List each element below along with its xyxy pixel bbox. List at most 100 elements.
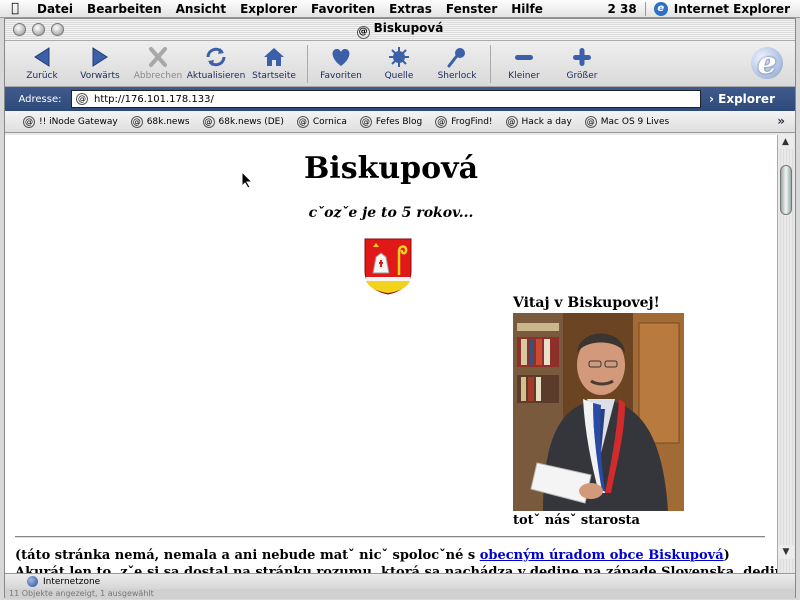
- scroll-thumb[interactable]: [780, 165, 792, 215]
- favorite-link[interactable]: @ Fefes Blog: [359, 115, 423, 128]
- page-at-icon: @: [76, 93, 88, 105]
- smaller-button[interactable]: Kleiner: [495, 45, 553, 81]
- forward-button[interactable]: Vorwärts: [71, 45, 129, 81]
- at-icon: @: [130, 115, 143, 128]
- page-subtitle: cˇozˇe je to 5 rokov...: [308, 205, 474, 221]
- horizontal-rule: [15, 536, 765, 538]
- stop-label: Abbrechen: [133, 71, 183, 81]
- menu-separator: [644, 1, 646, 16]
- at-icon: @: [435, 115, 448, 128]
- mayor-photo: [513, 313, 684, 511]
- larger-button[interactable]: Größer: [553, 45, 611, 81]
- refresh-button[interactable]: Aktualisieren: [187, 45, 245, 81]
- welcome-heading: Vitaj v Biskupovej!: [513, 295, 660, 311]
- page-at-icon: @: [356, 25, 370, 39]
- favorite-link[interactable]: @ Mac OS 9 Lives: [584, 115, 670, 128]
- municipal-office-link[interactable]: obecným úradom obce Biskupová: [480, 548, 724, 563]
- address-bar: Adresse: @ › Explorer: [5, 87, 795, 111]
- menu-clock[interactable]: 2 38: [608, 2, 637, 16]
- application-menu[interactable]: Internet Explorer: [674, 2, 790, 16]
- menu-datei[interactable]: Datei: [30, 2, 80, 16]
- scroll-down-icon[interactable]: ▼: [778, 545, 794, 559]
- plus-icon: [573, 48, 591, 66]
- status-bar: Internetzone: [5, 573, 795, 589]
- url-input[interactable]: [94, 93, 684, 105]
- title-bar[interactable]: @ Biskupová: [5, 19, 795, 41]
- forward-label: Vorwärts: [80, 71, 120, 81]
- refresh-icon: [206, 47, 226, 67]
- menu-hilfe[interactable]: Hilfe: [504, 2, 550, 16]
- heart-icon: [332, 49, 350, 66]
- globe-icon: [27, 576, 38, 587]
- back-button[interactable]: Zurück: [13, 45, 71, 81]
- menu-favoriten[interactable]: Favoriten: [304, 2, 382, 16]
- toolbar: Zurück Vorwärts Abbrechen Aktualisieren …: [5, 41, 795, 87]
- sherlock-label: Sherlock: [437, 71, 477, 81]
- source-sunburst-icon: [389, 47, 409, 67]
- favorite-link[interactable]: @ Cornica: [296, 115, 347, 128]
- menu-extras[interactable]: Extras: [382, 2, 439, 16]
- favorite-label: Hack a day: [521, 116, 572, 127]
- mouse-cursor-icon: [241, 171, 253, 189]
- favorite-link[interactable]: @68k.news (DE): [202, 115, 284, 128]
- favorite-label: Fefes Blog: [375, 116, 423, 127]
- home-label: Startseite: [252, 71, 296, 81]
- favorite-link[interactable]: @ !! iNode Gateway: [23, 115, 118, 128]
- at-icon: @: [296, 115, 309, 128]
- zoom-button[interactable]: [51, 23, 64, 36]
- forward-arrow-icon: [92, 47, 108, 67]
- browser-window: @ Biskupová Zurück Vorwärts Abbrechen Akt…: [4, 18, 796, 599]
- favorite-label: FrogFind!: [451, 116, 493, 127]
- apple-menu-icon[interactable]: : [0, 1, 30, 16]
- scroll-up-icon[interactable]: ▲: [778, 135, 793, 149]
- coat-of-arms-image: [364, 238, 412, 295]
- window-title-text: Biskupová: [373, 20, 444, 35]
- stop-button[interactable]: Abbrechen: [129, 45, 187, 81]
- menu-fenster[interactable]: Fenster: [439, 2, 504, 16]
- address-field[interactable]: @: [71, 90, 701, 108]
- photo-caption: totˇ násˇ starosta: [513, 513, 640, 528]
- favorites-overflow-icon[interactable]: »: [777, 114, 785, 128]
- close-button[interactable]: [13, 23, 26, 36]
- favorite-label: 68k.news: [146, 116, 190, 127]
- menu-ansicht[interactable]: Ansicht: [169, 2, 233, 16]
- smaller-label: Kleiner: [508, 71, 540, 81]
- explorer-go-button[interactable]: › Explorer: [709, 92, 775, 106]
- back-arrow-icon: [34, 47, 50, 67]
- minus-icon: [515, 55, 533, 60]
- menu-bearbeiten[interactable]: Bearbeiten: [80, 2, 169, 16]
- source-button[interactable]: Quelle: [370, 45, 428, 81]
- source-label: Quelle: [384, 71, 414, 81]
- sherlock-button[interactable]: Sherlock: [428, 45, 486, 81]
- favorites-button[interactable]: Favoriten: [312, 45, 370, 81]
- toolbar-separator-2: [490, 45, 491, 83]
- menu-explorer[interactable]: Explorer: [233, 2, 304, 16]
- favorite-label: Cornica: [312, 116, 347, 127]
- favorite-link[interactable]: @ FrogFind!: [435, 115, 493, 128]
- ie-logo-icon: e: [751, 46, 783, 81]
- menu-bar:  Datei Bearbeiten Ansicht Explorer Favo…: [0, 0, 800, 18]
- favorites-label: Favoriten: [320, 71, 362, 81]
- address-label: Adresse:: [18, 93, 62, 105]
- ie-app-icon[interactable]: e: [653, 1, 668, 16]
- at-icon: @: [359, 115, 372, 128]
- home-button[interactable]: Startseite: [245, 45, 303, 81]
- vertical-scrollbar[interactable]: ▲ ▼: [777, 135, 794, 573]
- favorite-label: !! iNode Gateway: [39, 116, 118, 127]
- disclaimer-text-end: ): [723, 548, 730, 563]
- back-label: Zurück: [26, 71, 58, 81]
- larger-label: Größer: [566, 71, 598, 81]
- minimize-button[interactable]: [32, 23, 45, 36]
- favorites-bar: @ !! iNode Gateway @68k.news @68k.news (D…: [5, 111, 795, 133]
- home-icon: [264, 48, 284, 66]
- favorite-link[interactable]: @68k.news: [130, 115, 190, 128]
- mayor-photo-art: [513, 313, 684, 511]
- window-title: @ Biskupová: [5, 21, 795, 39]
- favorite-label: 68k.news (DE): [218, 116, 284, 127]
- disclaimer-text: (táto stránka nemá, nemala a ani nebude …: [15, 548, 480, 563]
- favorite-label: Mac OS 9 Lives: [600, 116, 670, 127]
- at-icon: @: [23, 115, 35, 128]
- at-icon: @: [202, 115, 215, 128]
- favorite-link[interactable]: @ Hack a day: [505, 115, 572, 128]
- toolbar-separator: [307, 45, 308, 83]
